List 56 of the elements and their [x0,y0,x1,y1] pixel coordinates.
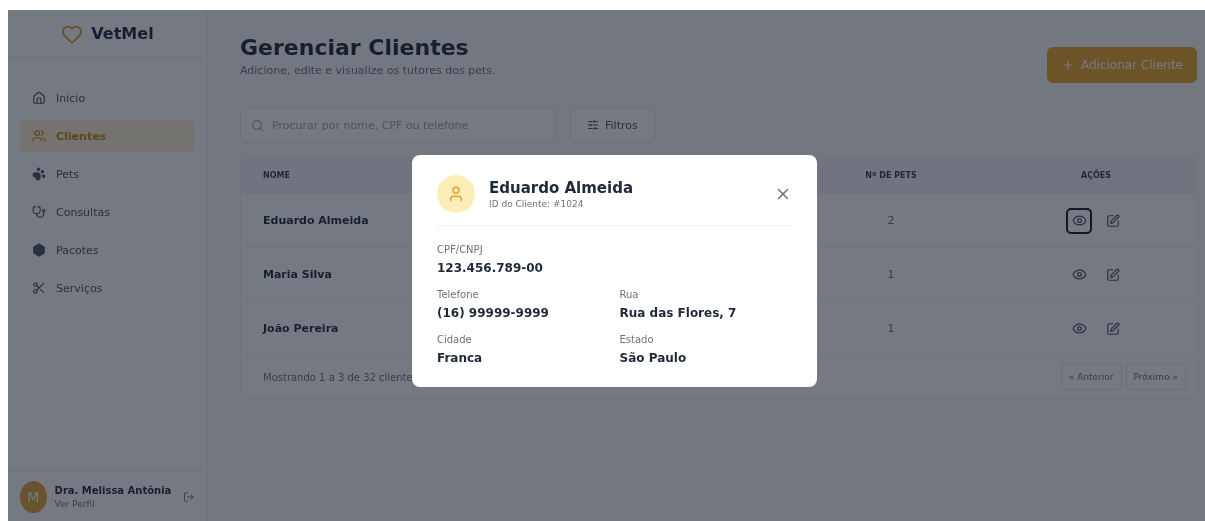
edit-icon [1106,321,1120,336]
column-header: Nº DE PETS [865,171,917,180]
client-avatar [437,175,475,213]
user-name: Dra. Melissa Antônia [54,484,172,496]
scissors-icon [32,281,46,295]
stethoscope-icon [32,205,46,219]
client-name: Maria Silva [263,268,332,281]
pagination-button[interactable]: Próximo » [1125,364,1186,390]
field-label: Estado [619,334,655,345]
paw-icon [32,167,46,181]
sidebar-item[interactable]: Serviços [20,272,195,304]
pet-count: 1 [887,268,895,281]
eye-icon [1071,213,1087,228]
column-header: NOME [263,171,290,180]
page-title: Gerenciar Clientes [240,35,470,60]
field-value: 123.456.789-00 [437,261,544,275]
client-name: Eduardo Almeida [263,214,369,227]
view-button[interactable] [1066,207,1092,234]
field-value: São Paulo [619,351,688,365]
sidebar-item[interactable]: Pacotes [20,234,195,266]
results-summary: Mostrando 1 a 3 de 32 cliente [263,371,413,383]
pet-count: 2 [887,214,895,227]
plus-icon [1060,58,1075,72]
edit-icon [1106,213,1120,228]
field-value: (16) 99999-9999 [437,306,550,320]
field-value: Franca [437,351,484,365]
pet-count: 1 [887,322,895,335]
users-icon [32,129,46,143]
edit-icon [1106,267,1120,282]
client-name: João Pereira [263,322,339,335]
eye-icon [1071,321,1087,336]
user-avatar: M [20,480,47,513]
page-subtitle: Adicione, edite e visualize os tutores dos pets. [240,64,496,77]
eye-icon [1071,267,1087,282]
profile-link[interactable]: Ver Perfil [54,498,172,509]
logout-icon[interactable] [183,489,195,504]
filter-button[interactable]: Filtros [570,107,655,143]
field-label: Rua [619,289,640,300]
field-label: CPF/CNPJ [437,244,484,255]
field-value: Rua das Flores, 7 [619,306,738,320]
brand-name: VetMel [91,24,154,43]
client-id: ID do Cliente: #1024 [489,199,585,209]
sliders-icon [587,119,599,131]
sidebar-item[interactable]: Clientes [20,120,195,152]
sidebar-item[interactable]: Inicio [20,82,195,114]
package-icon [32,243,46,257]
pagination-button[interactable]: « Anterior [1060,364,1122,390]
search-icon [251,118,264,132]
add-client-button[interactable]: Adicionar Cliente [1046,47,1197,83]
column-header: AÇÕES [1080,171,1112,180]
home-icon [32,91,46,105]
sidebar-item[interactable]: Consultas [20,196,195,228]
field-label: Telefone [437,289,480,300]
client-name-heading: Eduardo Almeida [489,179,633,197]
field-label: Cidade [437,334,473,345]
sidebar-item[interactable]: Pets [20,158,195,190]
